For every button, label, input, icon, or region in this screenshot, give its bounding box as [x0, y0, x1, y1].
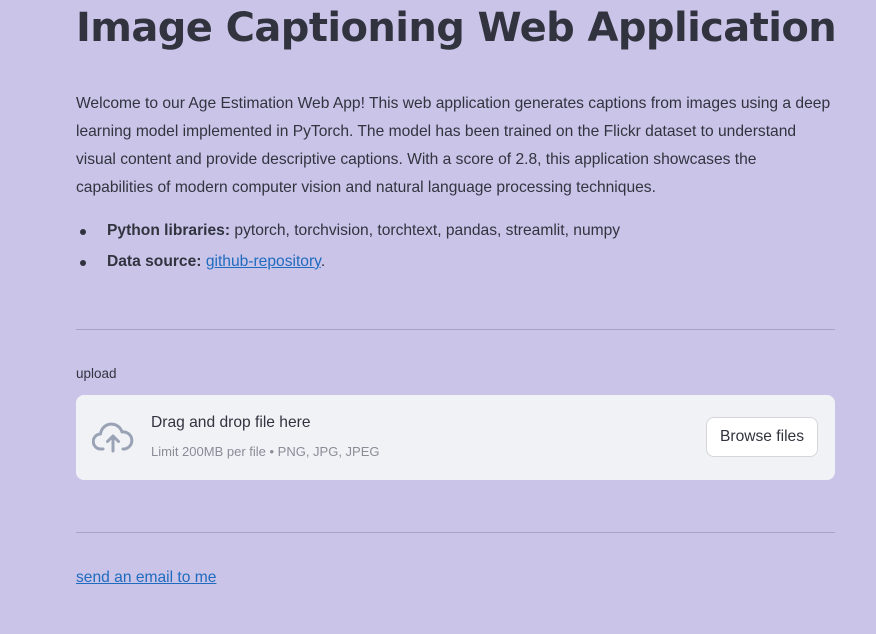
dropzone-title: Drag and drop file here [151, 414, 311, 431]
cloud-upload-icon [92, 422, 134, 453]
bullet-icon [80, 260, 86, 266]
dropzone-hint: Limit 200MB per file • PNG, JPG, JPEG [151, 444, 380, 459]
intro-paragraph: Welcome to our Age Estimation Web App! T… [76, 95, 831, 196]
libraries-value: pytorch, torchvision, torchtext, pandas,… [234, 222, 621, 239]
divider-bottom [76, 532, 835, 533]
libraries-label: Python libraries: [107, 222, 231, 239]
data-source-suffix: . [320, 253, 326, 270]
page-title: Image Captioning Web Application [76, 5, 837, 51]
upload-label: upload [76, 366, 117, 381]
meta-list: Python libraries: pytorch, torchvision, … [76, 217, 620, 279]
list-item-libraries: Python libraries: pytorch, torchvision, … [76, 217, 620, 248]
list-item-data-source: Data source: github-repository. [76, 248, 620, 279]
divider-top [76, 329, 835, 330]
browse-files-button[interactable]: Browse files [706, 417, 818, 457]
send-email-link[interactable]: send an email to me [76, 569, 216, 587]
github-repository-link[interactable]: github-repository [206, 253, 321, 270]
data-source-label: Data source: [107, 253, 202, 270]
file-dropzone[interactable]: Drag and drop file here Limit 200MB per … [76, 395, 835, 480]
bullet-icon [80, 229, 86, 235]
